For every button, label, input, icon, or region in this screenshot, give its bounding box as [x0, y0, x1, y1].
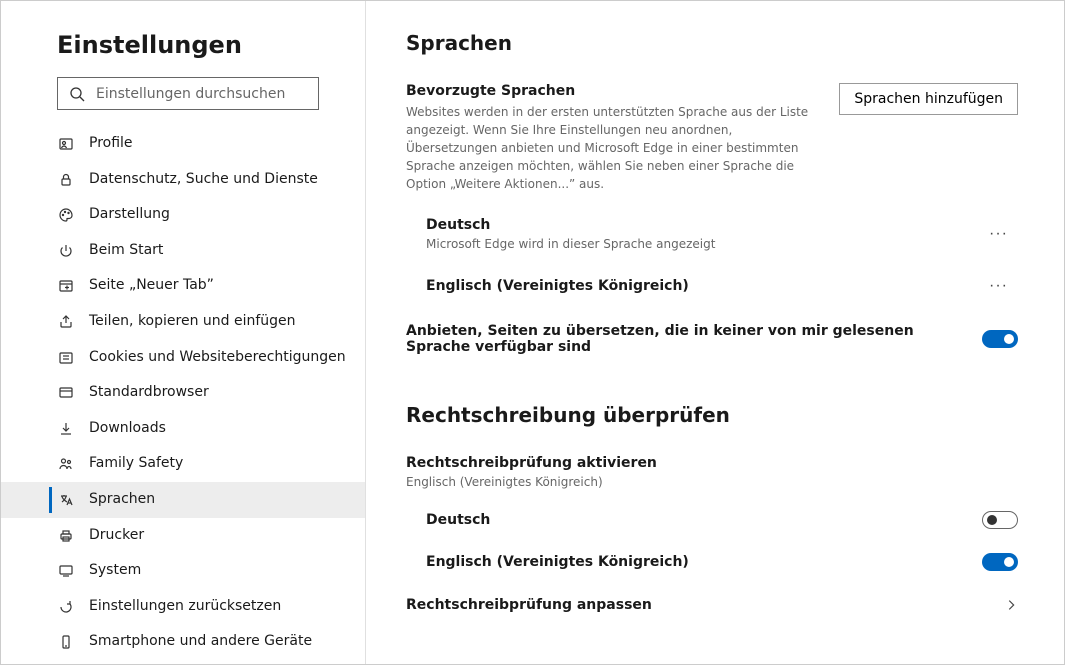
reset-icon — [57, 598, 75, 616]
sidebar-item-reset[interactable]: Einstellungen zurücksetzen — [1, 589, 365, 625]
chevron-right-icon — [1004, 598, 1018, 612]
sidebar-item-label: Drucker — [89, 526, 144, 546]
browser-icon — [57, 384, 75, 402]
spellcheck-enable-sub: Englisch (Vereinigtes Königreich) — [406, 475, 1018, 489]
spellcheck-title: Rechtschreibung überprüfen — [406, 403, 1018, 427]
newtab-icon — [57, 277, 75, 295]
translate-label: Anbieten, Seiten zu übersetzen, die in k… — [406, 323, 962, 355]
sidebar-item-share[interactable]: Teilen, kopieren und einfügen — [1, 304, 365, 340]
sidebar-item-label: Teilen, kopieren und einfügen — [89, 312, 296, 332]
translate-toggle-row: Anbieten, Seiten zu übersetzen, die in k… — [406, 311, 1018, 367]
add-language-button[interactable]: Sprachen hinzufügen — [839, 83, 1018, 115]
sidebar-item-label: Einstellungen zurücksetzen — [89, 597, 281, 617]
family-icon — [57, 455, 75, 473]
sidebar-item-family[interactable]: Family Safety — [1, 446, 365, 482]
spellcheck-language-name: Deutsch — [426, 512, 490, 528]
sidebar-item-downloads[interactable]: Downloads — [1, 411, 365, 447]
sidebar-item-label: Standardbrowser — [89, 383, 209, 403]
language-name: Deutsch — [426, 217, 715, 233]
language-list: Deutsch Microsoft Edge wird in dieser Sp… — [406, 207, 1018, 311]
download-icon — [57, 420, 75, 438]
spellcheck-language-name: Englisch (Vereinigtes Königreich) — [426, 554, 689, 570]
sidebar-item-default-browser[interactable]: Standardbrowser — [1, 375, 365, 411]
sidebar-title: Einstellungen — [1, 31, 365, 77]
language-subtitle: Microsoft Edge wird in dieser Sprache an… — [426, 237, 715, 251]
page-title: Sprachen — [406, 31, 1018, 55]
customize-spellcheck-link[interactable]: Rechtschreibprüfung anpassen — [406, 583, 1018, 627]
spellcheck-language-row: Deutsch — [406, 499, 1018, 541]
sidebar-item-label: Family Safety — [89, 454, 183, 474]
preferred-languages-description: Websites werden in der ersten unterstütz… — [406, 103, 819, 193]
sidebar-item-label: System — [89, 561, 141, 581]
sidebar-item-label: Seite „Neuer Tab” — [89, 276, 214, 296]
settings-sidebar: Einstellungen Profile Datenschutz, Suche… — [1, 1, 366, 664]
permissions-icon — [57, 349, 75, 367]
sidebar-item-label: Downloads — [89, 419, 166, 439]
language-row: Englisch (Vereinigtes Königreich) ··· — [406, 261, 1018, 311]
palette-icon — [57, 206, 75, 224]
language-name: Englisch (Vereinigtes Königreich) — [426, 278, 689, 294]
spellcheck-enable-title: Rechtschreibprüfung aktivieren — [406, 455, 1018, 471]
sidebar-item-profile[interactable]: Profile — [1, 126, 365, 162]
sidebar-item-newtab[interactable]: Seite „Neuer Tab” — [1, 268, 365, 304]
sidebar-item-appearance[interactable]: Darstellung — [1, 197, 365, 233]
spellcheck-toggle[interactable] — [982, 553, 1018, 571]
printer-icon — [57, 527, 75, 545]
search-box[interactable] — [57, 77, 319, 110]
share-icon — [57, 313, 75, 331]
profile-icon — [57, 135, 75, 153]
more-icon: ··· — [989, 225, 1008, 242]
sidebar-item-languages[interactable]: Sprachen — [1, 482, 365, 518]
sidebar-item-privacy[interactable]: Datenschutz, Suche und Dienste — [1, 162, 365, 198]
sidebar-item-system[interactable]: System — [1, 553, 365, 589]
customize-spellcheck-label: Rechtschreibprüfung anpassen — [406, 597, 652, 613]
sidebar-item-cookies[interactable]: Cookies und Websiteberechtigungen — [1, 340, 365, 376]
preferred-languages-title: Bevorzugte Sprachen — [406, 83, 819, 99]
sidebar-item-label: Cookies und Websiteberechtigungen — [89, 348, 346, 368]
sidebar-item-label: Profile — [89, 134, 133, 154]
sidebar-item-label: Beim Start — [89, 241, 163, 261]
power-icon — [57, 242, 75, 260]
sidebar-nav: Profile Datenschutz, Suche und Dienste D… — [1, 120, 365, 664]
system-icon — [57, 562, 75, 580]
main-content: Sprachen Bevorzugte Sprachen Websites we… — [366, 1, 1064, 664]
sidebar-item-label: Sprachen — [89, 490, 155, 510]
spellcheck-language-row: Englisch (Vereinigtes Königreich) — [406, 541, 1018, 583]
more-actions-button[interactable]: ··· — [979, 271, 1018, 301]
sidebar-item-about[interactable]: Infos zu Microsoft Edge — [1, 660, 365, 664]
lock-icon — [57, 171, 75, 189]
sidebar-item-onstart[interactable]: Beim Start — [1, 233, 365, 269]
sidebar-item-label: Darstellung — [89, 205, 170, 225]
translate-toggle[interactable] — [982, 330, 1018, 348]
sidebar-item-label: Datenschutz, Suche und Dienste — [89, 170, 318, 190]
language-row: Deutsch Microsoft Edge wird in dieser Sp… — [406, 207, 1018, 261]
phone-icon — [57, 633, 75, 651]
sidebar-item-label: Smartphone und andere Geräte — [89, 632, 312, 652]
more-actions-button[interactable]: ··· — [979, 219, 1018, 249]
search-input[interactable] — [96, 86, 308, 102]
sidebar-item-phone[interactable]: Smartphone und andere Geräte — [1, 624, 365, 660]
more-icon: ··· — [989, 277, 1008, 294]
spellcheck-toggle[interactable] — [982, 511, 1018, 529]
language-icon — [57, 491, 75, 509]
sidebar-item-printers[interactable]: Drucker — [1, 518, 365, 554]
search-icon — [68, 85, 86, 103]
